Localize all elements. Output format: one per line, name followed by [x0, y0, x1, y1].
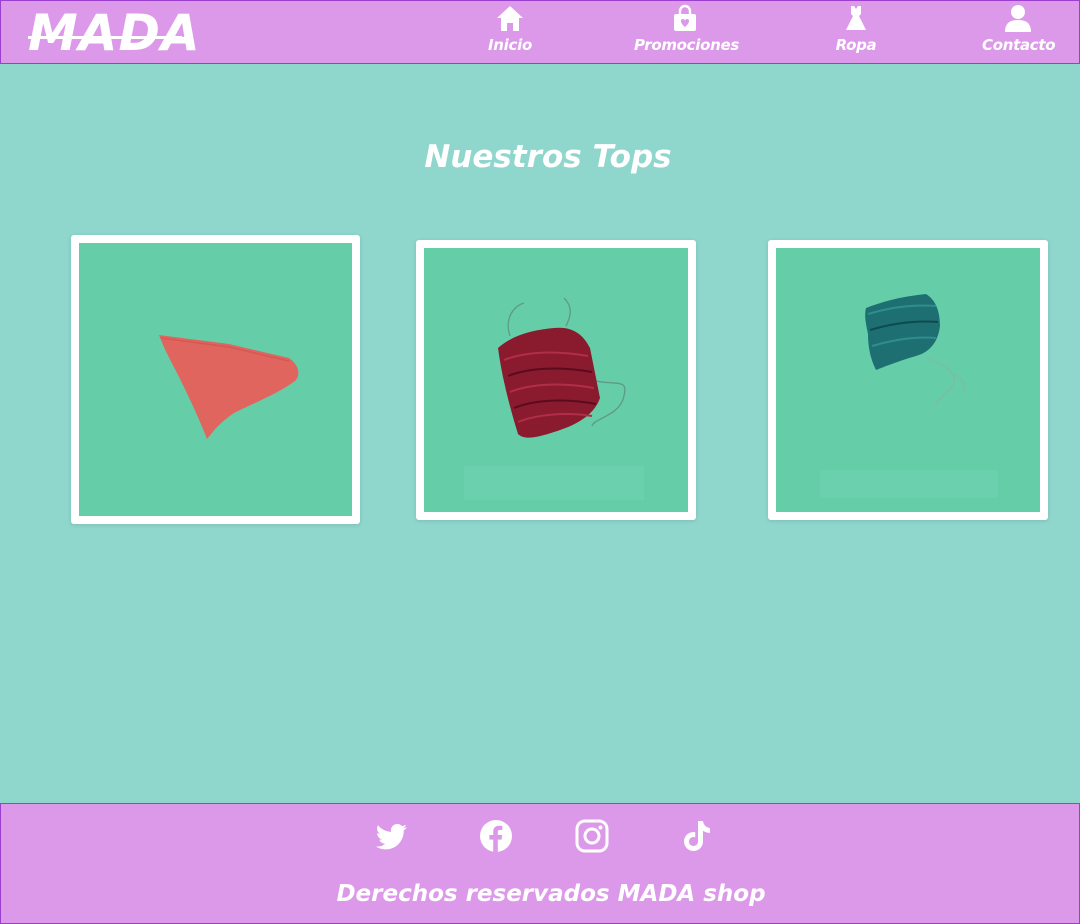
- nav-label-promociones: Promociones: [634, 36, 739, 54]
- instagram-icon[interactable]: [575, 819, 609, 853]
- nav-item-promociones[interactable]: Promociones: [634, 4, 739, 54]
- home-icon: [497, 6, 523, 31]
- logo-strike-line: [28, 36, 182, 39]
- copyright-text: Derechos reservados MADA shop: [336, 881, 766, 907]
- product-card-3[interactable]: [768, 240, 1048, 520]
- nav-item-ropa[interactable]: Ropa: [834, 4, 878, 54]
- user-icon: [1005, 5, 1031, 32]
- product-image-1[interactable]: [79, 243, 352, 516]
- burgundy-top-image: [464, 297, 644, 500]
- dress-icon: [846, 6, 866, 30]
- nav-item-contacto[interactable]: Contacto: [982, 4, 1056, 54]
- product-card-2[interactable]: [416, 240, 696, 520]
- nav-label-inicio: Inicio: [488, 36, 532, 54]
- product-image-3[interactable]: [776, 248, 1040, 512]
- tiktok-icon[interactable]: [679, 819, 713, 853]
- product-card-1[interactable]: [71, 235, 360, 524]
- nav-label-ropa: Ropa: [835, 36, 877, 54]
- page-title: Nuestros Tops: [424, 139, 672, 175]
- coral-top-image: [159, 335, 299, 439]
- nav-label-contacto: Contacto: [982, 36, 1056, 54]
- shopping-bag-icon: [674, 4, 696, 31]
- nav-item-inicio[interactable]: Inicio: [486, 4, 534, 54]
- mada-logo[interactable]: MADA: [28, 4, 201, 62]
- product-image-2[interactable]: [424, 248, 688, 512]
- facebook-icon[interactable]: [479, 819, 513, 853]
- teal-top-image: [820, 294, 998, 498]
- twitter-icon[interactable]: [375, 819, 409, 853]
